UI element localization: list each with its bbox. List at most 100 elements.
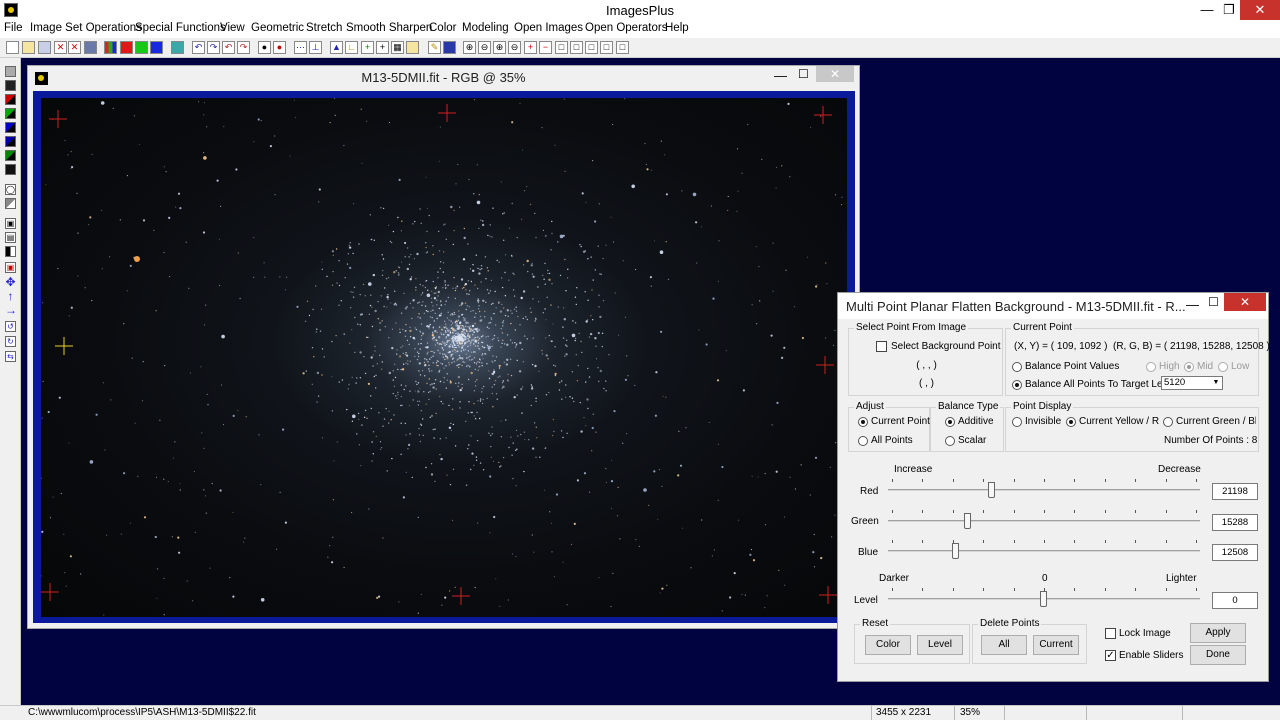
image-minimize-button[interactable]: —	[774, 68, 787, 83]
close-all-icon[interactable]: ✕	[68, 41, 81, 54]
zoom-actual-icon[interactable]: ⊖	[508, 41, 521, 54]
current-green-blue-radio[interactable]	[1163, 417, 1173, 427]
menu-geometric[interactable]: Geometric	[251, 22, 304, 34]
slider-thumb[interactable]	[988, 482, 995, 498]
dialog-maximize-button[interactable]: ☐	[1208, 295, 1219, 309]
slider-track[interactable]	[888, 489, 1200, 491]
camera-icon[interactable]	[406, 41, 419, 54]
window-5-icon[interactable]: □	[616, 41, 629, 54]
blue-slider[interactable]	[888, 540, 1200, 560]
menu-open-operators[interactable]: Open Operators	[585, 22, 667, 34]
menu-open-images[interactable]: Open Images	[514, 22, 583, 34]
dialog-title-bar[interactable]: Multi Point Planar Flatten Background - …	[838, 293, 1268, 319]
tool-14-icon[interactable]: ▣	[5, 262, 16, 273]
point-select-icon[interactable]: ●	[258, 41, 271, 54]
balance-point-values-radio[interactable]	[1012, 362, 1022, 372]
blue-value-field[interactable]: 12508	[1212, 544, 1258, 561]
tool-10-icon[interactable]	[5, 198, 16, 209]
level-value-field[interactable]: 0	[1212, 592, 1258, 609]
background-point-marker[interactable]	[816, 356, 834, 374]
low-radio[interactable]	[1218, 362, 1228, 372]
select-background-point-checkbox[interactable]	[876, 341, 887, 352]
green-slider[interactable]	[888, 510, 1200, 530]
tool-11-icon[interactable]: ▣	[5, 218, 16, 229]
menu-help[interactable]: Help	[665, 22, 689, 34]
background-point-marker[interactable]	[41, 583, 59, 601]
enable-sliders-checkbox[interactable]: ✓	[1105, 650, 1116, 661]
rgb-channels-icon[interactable]	[104, 41, 117, 54]
undo-all-icon[interactable]: ↶	[222, 41, 235, 54]
tool-2-icon[interactable]	[5, 80, 16, 91]
slider-track[interactable]	[888, 550, 1200, 552]
slider-thumb[interactable]	[1040, 591, 1047, 607]
tool-5-icon[interactable]	[5, 122, 16, 133]
background-point-marker[interactable]	[49, 110, 67, 128]
window-1-icon[interactable]: □	[555, 41, 568, 54]
menu-view[interactable]: View	[220, 22, 245, 34]
menu-stretch[interactable]: Stretch	[306, 22, 342, 34]
arrow-right-icon[interactable]: →	[5, 304, 17, 317]
done-button[interactable]: Done	[1190, 645, 1246, 665]
save-icon[interactable]	[38, 41, 51, 54]
rotate-right-icon[interactable]: ↻	[5, 336, 16, 347]
zoom-plus-icon[interactable]: +	[524, 41, 537, 54]
close-button[interactable]: ✕	[1240, 0, 1280, 20]
tool-1-icon[interactable]	[5, 66, 16, 77]
grid-view-icon[interactable]	[171, 41, 184, 54]
mid-radio[interactable]	[1184, 362, 1194, 372]
open-folder-icon[interactable]	[22, 41, 35, 54]
color-point-icon[interactable]: ●	[273, 41, 286, 54]
align-cross-icon[interactable]: +	[376, 41, 389, 54]
zoom-fit-icon[interactable]: ⊕	[493, 41, 506, 54]
adjust-all-points-radio[interactable]	[858, 436, 868, 446]
lock-image-checkbox[interactable]	[1105, 628, 1116, 639]
invisible-radio[interactable]	[1012, 417, 1022, 427]
window-3-icon[interactable]: □	[585, 41, 598, 54]
green-channel-icon[interactable]	[135, 41, 148, 54]
menu-file[interactable]: File	[4, 22, 23, 34]
tool-7-icon[interactable]	[5, 150, 16, 161]
tool-6-icon[interactable]	[5, 136, 16, 147]
zoom-minus-icon[interactable]: −	[539, 41, 552, 54]
image-window-title-bar[interactable]: M13-5DMII.fit - RGB @ 35% — ☐ ✕	[28, 66, 859, 90]
green-value-field[interactable]: 15288	[1212, 514, 1258, 531]
scalar-radio[interactable]	[945, 436, 955, 446]
adjust-current-point-radio[interactable]	[858, 417, 868, 427]
delete-current-point-button[interactable]: Current	[1033, 635, 1079, 655]
redo-icon[interactable]: ↷	[207, 41, 220, 54]
reset-level-button[interactable]: Level	[917, 635, 963, 655]
chart-icon[interactable]: ▲	[330, 41, 343, 54]
red-value-field[interactable]: 21198	[1212, 483, 1258, 500]
apply-button[interactable]: Apply	[1190, 623, 1246, 643]
menu-special-functions[interactable]: Special Functions	[135, 22, 226, 34]
background-point-marker[interactable]	[819, 586, 837, 604]
histogram-icon[interactable]: ⊥	[309, 41, 322, 54]
close-image-icon[interactable]: ✕	[54, 41, 67, 54]
delete-all-points-button[interactable]: All	[981, 635, 1027, 655]
window-2-icon[interactable]: □	[570, 41, 583, 54]
tool-13-icon[interactable]	[5, 246, 16, 257]
current-yellow-red-radio[interactable]	[1066, 417, 1076, 427]
tool-9-icon[interactable]: ◯	[5, 184, 16, 195]
background-point-marker[interactable]	[814, 106, 832, 124]
multi-point-flatten-dialog[interactable]: Multi Point Planar Flatten Background - …	[837, 292, 1270, 682]
slider-thumb[interactable]	[952, 543, 959, 559]
tool-4-icon[interactable]	[5, 108, 16, 119]
pencil-icon[interactable]: ✎	[428, 41, 441, 54]
dialog-close-button[interactable]: ✕	[1224, 293, 1266, 311]
window-4-icon[interactable]: □	[600, 41, 613, 54]
target-level-select[interactable]: 5120 ▼	[1161, 376, 1223, 390]
background-point-marker[interactable]	[452, 587, 470, 605]
red-channel-icon[interactable]	[120, 41, 133, 54]
blue-channel-icon[interactable]	[150, 41, 163, 54]
arrow-up-icon[interactable]: ↑	[5, 290, 16, 303]
tool-8-icon[interactable]	[5, 164, 16, 175]
menu-smooth-sharpen[interactable]: Smooth Sharpen	[346, 22, 432, 34]
image-window[interactable]: M13-5DMII.fit - RGB @ 35% — ☐ ✕	[27, 65, 860, 629]
high-radio[interactable]	[1146, 362, 1156, 372]
background-point-marker[interactable]	[438, 104, 456, 122]
measure-icon[interactable]: ∟	[345, 41, 358, 54]
grid-icon[interactable]: ▦	[391, 41, 404, 54]
menu-image-set-operations[interactable]: Image Set Operations	[30, 22, 142, 34]
menu-color[interactable]: Color	[429, 22, 456, 34]
